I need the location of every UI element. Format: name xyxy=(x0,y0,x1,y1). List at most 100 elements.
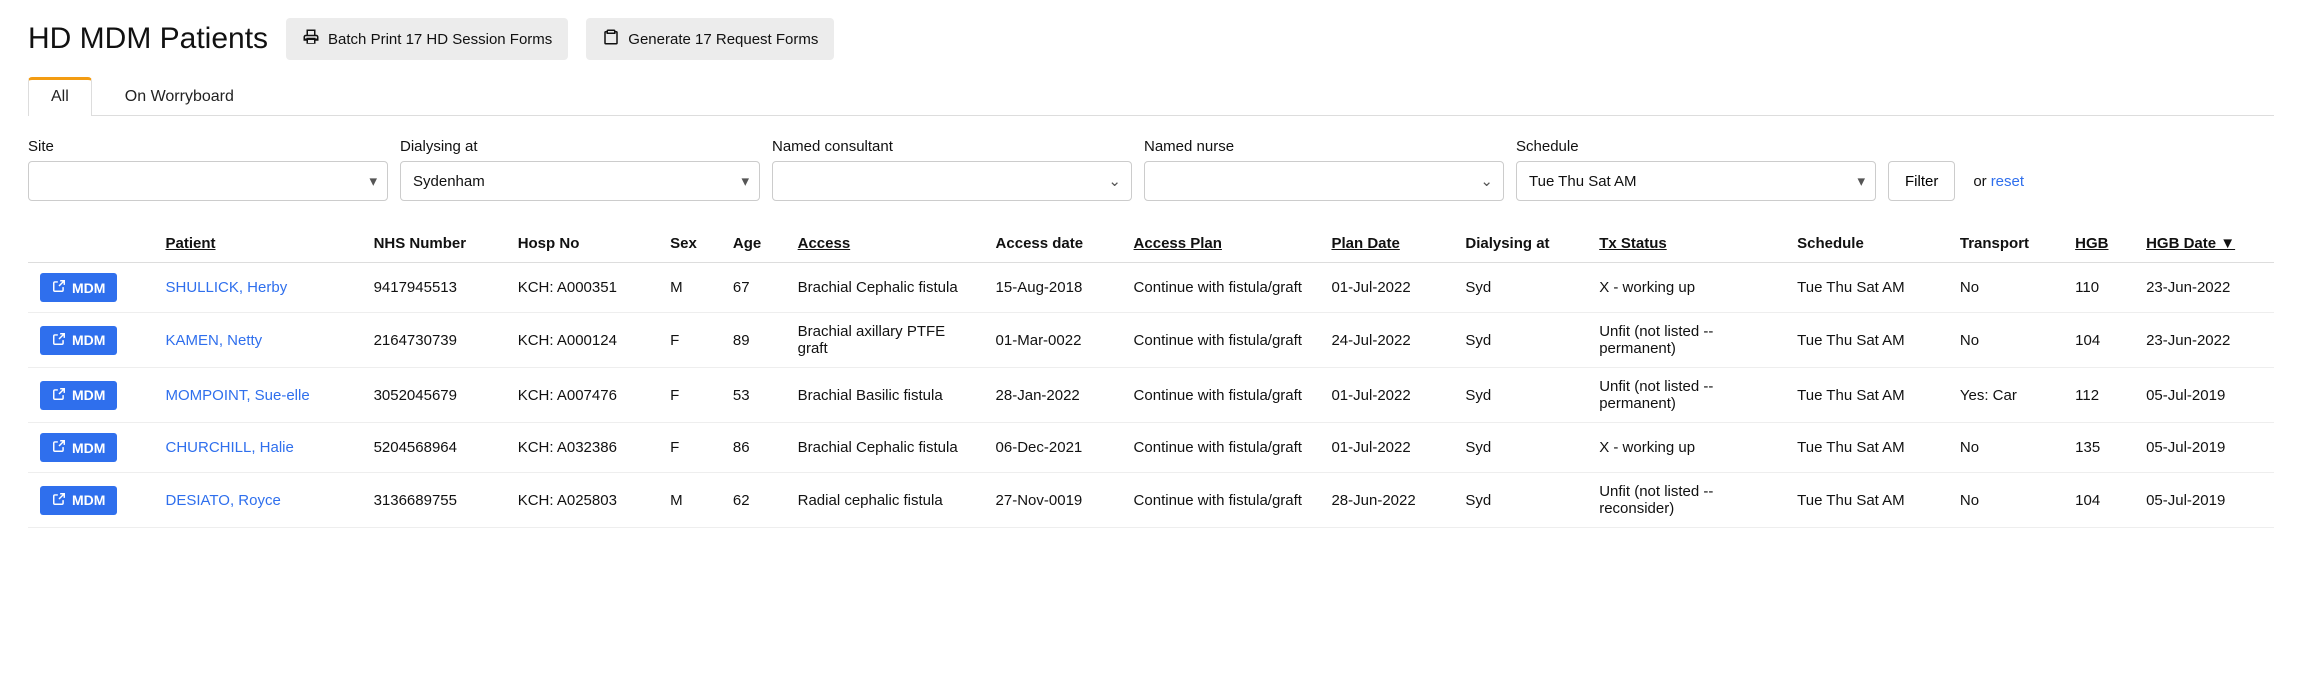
batch-print-label: Batch Print 17 HD Session Forms xyxy=(328,31,552,48)
caret-down-icon: ▾ xyxy=(369,172,377,190)
patient-link[interactable]: KAMEN, Netty xyxy=(165,332,262,349)
cell-dialysing-at: Syd xyxy=(1453,368,1587,423)
cell-access: Brachial Basilic fistula xyxy=(786,368,984,423)
cell-hosp: KCH: A025803 xyxy=(506,473,658,528)
chevron-down-icon: ⌄ xyxy=(1480,172,1493,190)
cell-access-plan: Continue with fistula/graft xyxy=(1122,263,1320,313)
cell-schedule: Tue Thu Sat AM xyxy=(1785,473,1948,528)
patient-link[interactable]: DESIATO, Royce xyxy=(165,492,280,509)
named-nurse-select[interactable]: ⌄ xyxy=(1144,161,1504,201)
cell-transport: No xyxy=(1948,423,2063,473)
mdm-button-label: MDM xyxy=(72,332,105,348)
cell-hgb: 110 xyxy=(2063,263,2134,313)
cell-access-date: 28-Jan-2022 xyxy=(984,368,1122,423)
cell-plan-date: 24-Jul-2022 xyxy=(1319,313,1453,368)
cell-tx-status: Unfit (not listed -- permanent) xyxy=(1587,368,1785,423)
cell-hosp: KCH: A000351 xyxy=(506,263,658,313)
mdm-button[interactable]: MDM xyxy=(40,381,117,410)
table-row: MDMKAMEN, Netty2164730739KCH: A000124F89… xyxy=(28,313,2274,368)
dialysing-at-select[interactable]: Sydenham ▾ xyxy=(400,161,760,201)
schedule-value: Tue Thu Sat AM xyxy=(1529,173,1637,190)
cell-transport: Yes: Car xyxy=(1948,368,2063,423)
cell-access: Brachial axillary PTFE graft xyxy=(786,313,984,368)
cell-hosp: KCH: A032386 xyxy=(506,423,658,473)
col-hgb[interactable]: HGB xyxy=(2063,225,2134,263)
cell-access-date: 06-Dec-2021 xyxy=(984,423,1122,473)
cell-plan-date: 28-Jun-2022 xyxy=(1319,473,1453,528)
schedule-label: Schedule xyxy=(1516,138,1876,155)
col-transport: Transport xyxy=(1948,225,2063,263)
col-mdm xyxy=(28,225,153,263)
cell-hosp: KCH: A000124 xyxy=(506,313,658,368)
mdm-button[interactable]: MDM xyxy=(40,273,117,302)
cell-access: Brachial Cephalic fistula xyxy=(786,263,984,313)
external-link-icon xyxy=(52,332,66,349)
caret-down-icon: ▾ xyxy=(741,172,749,190)
mdm-button-label: MDM xyxy=(72,280,105,296)
mdm-button-label: MDM xyxy=(72,492,105,508)
cell-tx-status: Unfit (not listed -- reconsider) xyxy=(1587,473,1785,528)
cell-tx-status: X - working up xyxy=(1587,423,1785,473)
col-dialysing-at: Dialysing at xyxy=(1453,225,1587,263)
site-select[interactable]: ▾ xyxy=(28,161,388,201)
cell-age: 89 xyxy=(721,313,786,368)
reset-link[interactable]: reset xyxy=(1991,173,2024,190)
named-nurse-label: Named nurse xyxy=(1144,138,1504,155)
col-access-date: Access date xyxy=(984,225,1122,263)
cell-sex: F xyxy=(658,313,721,368)
cell-age: 86 xyxy=(721,423,786,473)
cell-plan-date: 01-Jul-2022 xyxy=(1319,423,1453,473)
tab-worryboard[interactable]: On Worryboard xyxy=(102,77,257,116)
cell-hgb-date: 05-Jul-2019 xyxy=(2134,423,2274,473)
cell-sex: F xyxy=(658,423,721,473)
cell-sex: M xyxy=(658,263,721,313)
cell-schedule: Tue Thu Sat AM xyxy=(1785,423,1948,473)
cell-dialysing-at: Syd xyxy=(1453,263,1587,313)
cell-access-date: 27-Nov-0019 xyxy=(984,473,1122,528)
cell-schedule: Tue Thu Sat AM xyxy=(1785,313,1948,368)
schedule-select[interactable]: Tue Thu Sat AM ▾ xyxy=(1516,161,1876,201)
col-tx-status[interactable]: Tx Status xyxy=(1587,225,1785,263)
cell-hgb: 104 xyxy=(2063,313,2134,368)
mdm-button[interactable]: MDM xyxy=(40,433,117,462)
table-row: MDM MOMPOINT, Sue-elle 3052045679KCH: A007… xyxy=(28,368,2274,423)
named-consultant-select[interactable]: ⌄ xyxy=(772,161,1132,201)
col-access-plan[interactable]: Access Plan xyxy=(1122,225,1320,263)
filter-button[interactable]: Filter xyxy=(1888,161,1955,201)
cell-hosp: KCH: A007476 xyxy=(506,368,658,423)
tab-all[interactable]: All xyxy=(28,77,92,116)
cell-age: 62 xyxy=(721,473,786,528)
site-label: Site xyxy=(28,138,388,155)
cell-transport: No xyxy=(1948,263,2063,313)
mdm-button[interactable]: MDM xyxy=(40,326,117,355)
external-link-icon xyxy=(52,387,66,404)
cell-access-plan: Continue with fistula/graft xyxy=(1122,368,1320,423)
patients-table: Patient NHS Number Hosp No Sex Age Acces… xyxy=(28,225,2274,528)
mdm-button-label: MDM xyxy=(72,387,105,403)
table-row: MDMDESIATO, Royce3136689755KCH: A025803M… xyxy=(28,473,2274,528)
cell-transport: No xyxy=(1948,473,2063,528)
cell-plan-date: 01-Jul-2022 xyxy=(1319,368,1453,423)
cell-age: 53 xyxy=(721,368,786,423)
cell-nhs: 3136689755 xyxy=(362,473,506,528)
col-plan-date[interactable]: Plan Date xyxy=(1319,225,1453,263)
col-hgb-date[interactable]: HGB Date ▼ xyxy=(2134,225,2274,263)
mdm-button[interactable]: MDM xyxy=(40,486,117,515)
patient-link[interactable]: MOMPOINT, Sue-elle xyxy=(165,387,309,404)
table-row: MDMCHURCHILL, Halie5204568964KCH: A03238… xyxy=(28,423,2274,473)
cell-hgb-date: 23-Jun-2022 xyxy=(2134,263,2274,313)
cell-access: Radial cephalic fistula xyxy=(786,473,984,528)
patient-link[interactable]: SHULLICK, Herby xyxy=(165,279,287,296)
cell-sex: F xyxy=(658,368,721,423)
generate-forms-button[interactable]: Generate 17 Request Forms xyxy=(586,18,834,60)
col-patient[interactable]: Patient xyxy=(153,225,361,263)
clipboard-icon xyxy=(602,28,620,50)
cell-hgb-date: 05-Jul-2019 xyxy=(2134,473,2274,528)
patient-link[interactable]: CHURCHILL, Halie xyxy=(165,439,293,456)
dialysing-at-value: Sydenham xyxy=(413,173,485,190)
cell-nhs: 3052045679 xyxy=(362,368,506,423)
cell-age: 67 xyxy=(721,263,786,313)
col-access[interactable]: Access xyxy=(786,225,984,263)
cell-access-plan: Continue with fistula/graft xyxy=(1122,423,1320,473)
batch-print-button[interactable]: Batch Print 17 HD Session Forms xyxy=(286,18,568,60)
